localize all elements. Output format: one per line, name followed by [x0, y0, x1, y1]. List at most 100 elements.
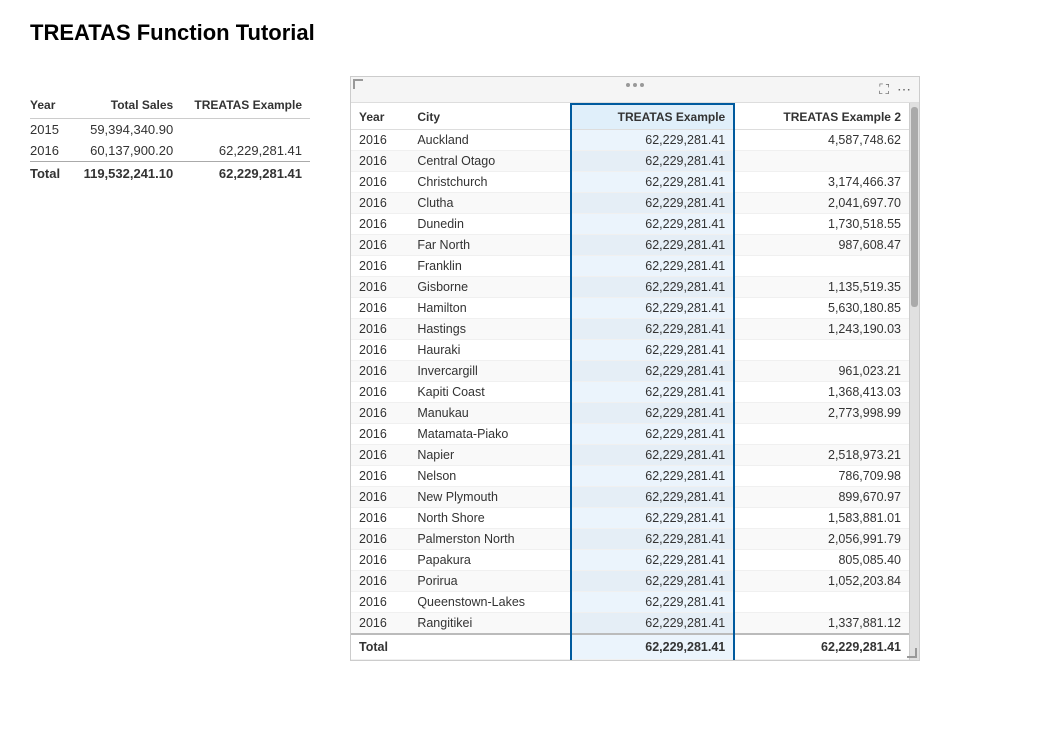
table-row: 2016Matamata-Piako62,229,281.41: [351, 424, 909, 445]
cell-treatas: 62,229,281.41: [571, 424, 734, 445]
left-treatas-2016: 62,229,281.41: [181, 140, 310, 162]
cell-treatas: 62,229,281.41: [571, 613, 734, 635]
cell-year: 2016: [351, 592, 409, 613]
cell-city: Manukau: [409, 403, 571, 424]
drag-dot: [633, 83, 637, 87]
cell-city: Clutha: [409, 193, 571, 214]
cell-treatas: 62,229,281.41: [571, 193, 734, 214]
left-total-treatas: 62,229,281.41: [181, 162, 310, 185]
right-total-label: Total: [351, 634, 409, 660]
cell-year: 2016: [351, 529, 409, 550]
cell-treatas2: 2,773,998.99: [734, 403, 909, 424]
cell-treatas2: 1,730,518.55: [734, 214, 909, 235]
cell-treatas: 62,229,281.41: [571, 466, 734, 487]
cell-year: 2016: [351, 298, 409, 319]
cell-city: Queenstown-Lakes: [409, 592, 571, 613]
cell-treatas: 62,229,281.41: [571, 172, 734, 193]
cell-year: 2016: [351, 340, 409, 361]
scrollbar[interactable]: [909, 103, 919, 660]
cell-city: Invercargill: [409, 361, 571, 382]
cell-treatas2: 2,056,991.79: [734, 529, 909, 550]
cell-city: Rangitikei: [409, 613, 571, 635]
cell-treatas: 62,229,281.41: [571, 571, 734, 592]
table-row: 2016Kapiti Coast62,229,281.411,368,413.0…: [351, 382, 909, 403]
cell-year: 2016: [351, 193, 409, 214]
resize-handle-br[interactable]: [907, 648, 917, 658]
right-total-empty: [409, 634, 571, 660]
cell-treatas: 62,229,281.41: [571, 130, 734, 151]
left-col-treatas: TREATAS Example: [181, 96, 310, 119]
right-total-treatas2: 62,229,281.41: [734, 634, 909, 660]
cell-year: 2016: [351, 466, 409, 487]
table-row: 2016Invercargill62,229,281.41961,023.21: [351, 361, 909, 382]
left-total-sales: 119,532,241.10: [72, 162, 181, 185]
resize-handle-tl[interactable]: [353, 79, 363, 89]
table-row: 2016Far North62,229,281.41987,608.47: [351, 235, 909, 256]
panel-top-bar: ⛶ ⋯: [351, 77, 919, 103]
table-row: 2016New Plymouth62,229,281.41899,670.97: [351, 487, 909, 508]
cell-city: Hamilton: [409, 298, 571, 319]
col-treatas-header: TREATAS Example: [571, 104, 734, 130]
drag-dot: [640, 83, 644, 87]
table-row: 2015 59,394,340.90: [30, 119, 310, 141]
cell-treatas: 62,229,281.41: [571, 550, 734, 571]
cell-treatas: 62,229,281.41: [571, 340, 734, 361]
table-row: 2016Manukau62,229,281.412,773,998.99: [351, 403, 909, 424]
cell-treatas: 62,229,281.41: [571, 235, 734, 256]
cell-year: 2016: [351, 487, 409, 508]
table-row: 2016Franklin62,229,281.41: [351, 256, 909, 277]
expand-icon[interactable]: ⛶: [879, 81, 889, 98]
cell-city: Napier: [409, 445, 571, 466]
cell-city: New Plymouth: [409, 487, 571, 508]
cell-treatas2: [734, 340, 909, 361]
cell-treatas: 62,229,281.41: [571, 508, 734, 529]
cell-treatas2: 1,052,203.84: [734, 571, 909, 592]
cell-treatas: 62,229,281.41: [571, 214, 734, 235]
cell-year: 2016: [351, 130, 409, 151]
left-year-2015: 2015: [30, 119, 72, 141]
cell-city: Palmerston North: [409, 529, 571, 550]
cell-treatas2: 1,337,881.12: [734, 613, 909, 635]
cell-year: 2016: [351, 382, 409, 403]
scrollbar-thumb[interactable]: [911, 107, 918, 307]
cell-year: 2016: [351, 277, 409, 298]
cell-treatas2: 987,608.47: [734, 235, 909, 256]
left-table: Year Total Sales TREATAS Example 2015 59…: [30, 96, 310, 184]
cell-treatas2: 1,583,881.01: [734, 508, 909, 529]
cell-treatas2: 961,023.21: [734, 361, 909, 382]
more-icon[interactable]: ⋯: [897, 81, 911, 98]
cell-treatas: 62,229,281.41: [571, 592, 734, 613]
cell-year: 2016: [351, 445, 409, 466]
right-total-row: Total 62,229,281.41 62,229,281.41: [351, 634, 909, 660]
cell-year: 2016: [351, 361, 409, 382]
cell-year: 2016: [351, 613, 409, 635]
cell-treatas2: 3,174,466.37: [734, 172, 909, 193]
cell-city: Dunedin: [409, 214, 571, 235]
table-row: 2016Palmerston North62,229,281.412,056,9…: [351, 529, 909, 550]
cell-year: 2016: [351, 571, 409, 592]
cell-treatas2: 899,670.97: [734, 487, 909, 508]
right-panel: ⛶ ⋯ Year City TREATAS Example TREATAS Ex…: [350, 76, 920, 661]
cell-treatas2: 5,630,180.85: [734, 298, 909, 319]
cell-city: Auckland: [409, 130, 571, 151]
table-row: 2016Gisborne62,229,281.411,135,519.35: [351, 277, 909, 298]
left-sales-2015: 59,394,340.90: [72, 119, 181, 141]
cell-treatas2: [734, 592, 909, 613]
table-row: 2016Porirua62,229,281.411,052,203.84: [351, 571, 909, 592]
cell-treatas: 62,229,281.41: [571, 361, 734, 382]
drag-dot: [626, 83, 630, 87]
cell-treatas2: 1,368,413.03: [734, 382, 909, 403]
cell-city: Gisborne: [409, 277, 571, 298]
cell-city: Matamata-Piako: [409, 424, 571, 445]
cell-treatas2: 805,085.40: [734, 550, 909, 571]
cell-treatas2: 4,587,748.62: [734, 130, 909, 151]
left-col-year: Year: [30, 96, 72, 119]
right-total-treatas: 62,229,281.41: [571, 634, 734, 660]
table-row: 2016Nelson62,229,281.41786,709.98: [351, 466, 909, 487]
cell-treatas: 62,229,281.41: [571, 529, 734, 550]
cell-year: 2016: [351, 256, 409, 277]
cell-treatas: 62,229,281.41: [571, 319, 734, 340]
cell-treatas2: 2,518,973.21: [734, 445, 909, 466]
table-row: 2016Central Otago62,229,281.41: [351, 151, 909, 172]
cell-treatas2: [734, 256, 909, 277]
